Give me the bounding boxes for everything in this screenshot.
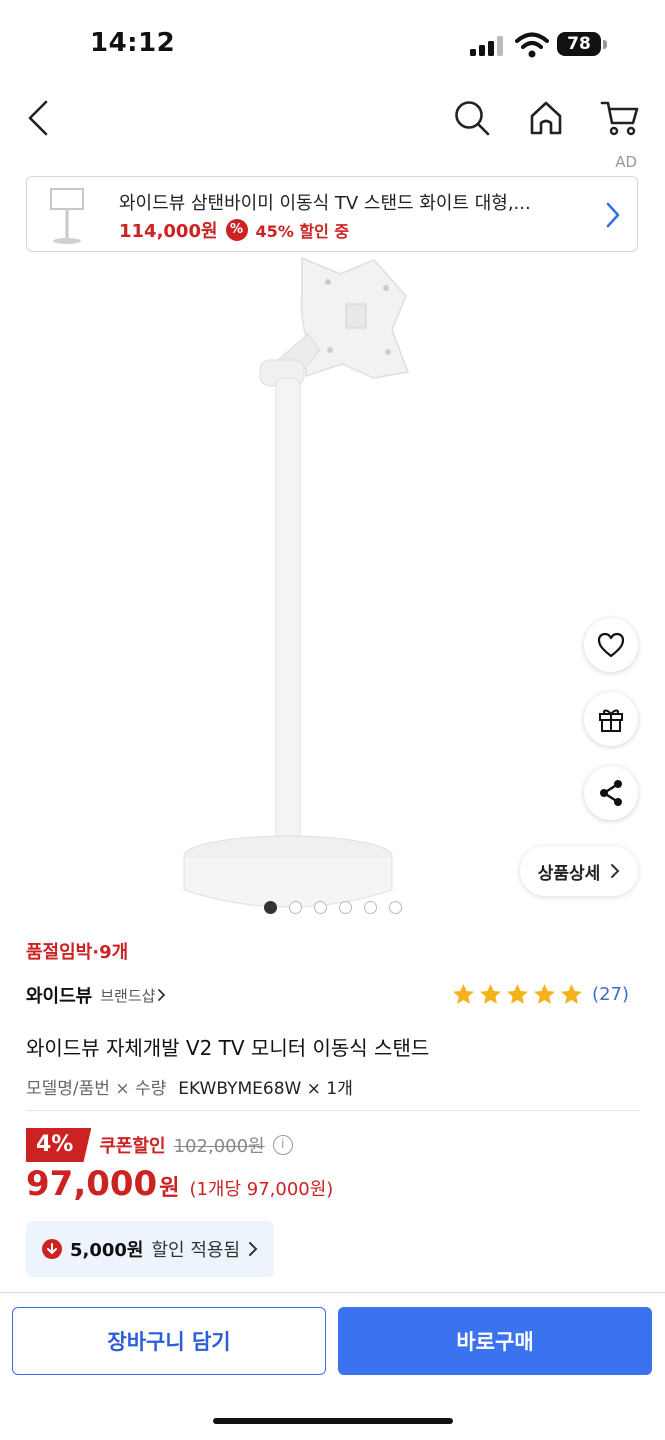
- product-image[interactable]: [160, 254, 480, 914]
- search-button[interactable]: [450, 96, 494, 140]
- arrow-down-icon: [42, 1239, 62, 1259]
- gift-button[interactable]: [584, 692, 638, 746]
- brand-shop-label: 브랜드샵: [100, 986, 156, 1005]
- carousel-dot[interactable]: [289, 901, 302, 914]
- cart-button[interactable]: [598, 96, 642, 140]
- home-indicator: [213, 1418, 453, 1424]
- carousel-dot[interactable]: [389, 901, 402, 914]
- price-main: 97,000 원 (1개당 97,000원): [26, 1164, 333, 1204]
- heart-icon: [597, 632, 625, 658]
- chevron-right-icon: [249, 1242, 258, 1256]
- star-icon: [507, 984, 528, 1004]
- option-value: EKWBYME68W × 1개: [178, 1079, 353, 1099]
- signal-icon: [470, 36, 503, 56]
- bottom-bar-divider: [0, 1292, 665, 1293]
- nav-bar: [0, 88, 665, 148]
- ad-title: 와이드뷰 삼탠바이미 이동식 TV 스탠드 화이트 대형,...: [119, 193, 531, 214]
- applied-discount-button[interactable]: 5,000원 할인 적용됨: [26, 1221, 275, 1277]
- product-detail-label: 상품상세: [537, 863, 601, 884]
- ad-product-thumbnail: [50, 188, 84, 244]
- applied-discount-amount: 5,000원: [70, 1240, 144, 1261]
- sale-price-unit: 원: [159, 1176, 180, 1201]
- chevron-right-icon: [158, 989, 166, 1001]
- price-discount-row: 4% 쿠폰할인 102,000원 i: [26, 1128, 293, 1162]
- gift-icon: [599, 709, 623, 732]
- carousel-dots: [264, 901, 402, 914]
- chevron-right-icon: [606, 202, 620, 228]
- search-icon: [455, 101, 490, 136]
- carousel-dot[interactable]: [364, 901, 377, 914]
- ad-discount: 45% 할인 중: [255, 222, 350, 241]
- cart-icon: [600, 101, 639, 136]
- ad-price-row: 114,000원 % 45% 할인 중: [119, 217, 349, 243]
- carousel-dot[interactable]: [339, 901, 352, 914]
- applied-discount-text: 할인 적용됨: [151, 1240, 241, 1261]
- divider: [26, 1110, 640, 1111]
- add-to-cart-button[interactable]: 장바구니 담기: [12, 1307, 326, 1375]
- status-bar: 14:12 78: [0, 0, 665, 88]
- battery-level: 78: [557, 32, 601, 56]
- brand-name[interactable]: 와이드뷰: [26, 982, 92, 1008]
- star-icon: [534, 984, 555, 1004]
- star-icon: [453, 984, 474, 1004]
- share-icon: [600, 780, 622, 806]
- option-label: 모델명/품번 × 수량: [26, 1079, 167, 1099]
- sale-price: 97,000: [26, 1164, 158, 1204]
- brand-row: 와이드뷰 브랜드샵: [26, 982, 166, 1008]
- product-title: 와이드뷰 자체개발 V2 TV 모니터 이동식 스탠드: [26, 1036, 430, 1060]
- coupon-label: 쿠폰할인: [99, 1136, 166, 1157]
- ad-price: 114,000원: [119, 221, 218, 242]
- original-price: 102,000원: [173, 1136, 265, 1157]
- status-time: 14:12: [90, 28, 176, 58]
- back-chevron-icon: [28, 100, 48, 136]
- ad-label: AD: [615, 153, 637, 171]
- stock-badge: 품절임박·9개: [26, 942, 129, 963]
- battery-indicator: 78: [557, 32, 607, 58]
- review-count: (27): [592, 984, 629, 1005]
- wishlist-button[interactable]: [584, 618, 638, 672]
- star-icon: [561, 984, 582, 1004]
- star-icon: [480, 984, 501, 1004]
- ad-banner[interactable]: 와이드뷰 삼탠바이미 이동식 TV 스탠드 화이트 대형,... 114,000…: [26, 176, 638, 252]
- home-icon: [530, 101, 562, 135]
- brand-shop-link[interactable]: 브랜드샵: [100, 985, 166, 1006]
- buy-now-button[interactable]: 바로구매: [338, 1307, 652, 1375]
- product-detail-button[interactable]: 상품상세: [520, 846, 638, 896]
- rating[interactable]: (27): [451, 982, 629, 1007]
- discount-badge-icon: %: [225, 219, 248, 241]
- discount-rate: 4%: [26, 1128, 92, 1162]
- battery-tip: [603, 40, 607, 49]
- info-icon[interactable]: i: [272, 1135, 293, 1155]
- carousel-dot[interactable]: [264, 901, 277, 914]
- share-button[interactable]: [584, 766, 638, 820]
- home-button[interactable]: [524, 96, 568, 140]
- wifi-icon: [515, 32, 549, 58]
- carousel-dot[interactable]: [314, 901, 327, 914]
- unit-price: (1개당 97,000원): [189, 1179, 334, 1200]
- back-button[interactable]: [16, 96, 60, 140]
- option-row: 모델명/품번 × 수량 EKWBYME68W × 1개: [26, 1074, 353, 1099]
- chevron-right-icon: [611, 864, 620, 878]
